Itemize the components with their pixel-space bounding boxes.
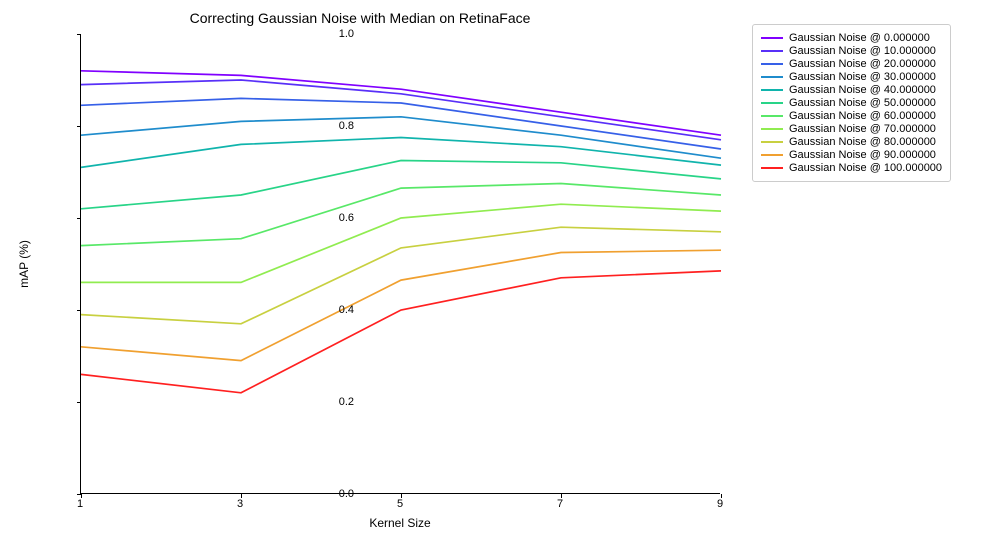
legend-swatch [761, 76, 783, 78]
ytick-label: 0.0 [339, 488, 354, 500]
legend-swatch [761, 63, 783, 65]
legend-swatch [761, 141, 783, 143]
legend-swatch [761, 128, 783, 130]
series-line [81, 161, 721, 209]
legend-label: Gaussian Noise @ 70.000000 [789, 123, 936, 135]
series-line [81, 138, 721, 168]
legend-label: Gaussian Noise @ 10.000000 [789, 45, 936, 57]
legend-label: Gaussian Noise @ 40.000000 [789, 84, 936, 96]
ytick-label: 0.8 [339, 120, 354, 132]
legend-label: Gaussian Noise @ 0.000000 [789, 32, 930, 44]
xtick-label: 5 [397, 498, 403, 510]
plot-svg [81, 34, 721, 494]
ytick-mark [77, 402, 81, 403]
legend-swatch [761, 37, 783, 39]
legend-label: Gaussian Noise @ 50.000000 [789, 97, 936, 109]
legend-item: Gaussian Noise @ 40.000000 [761, 84, 942, 96]
chart-container: Correcting Gaussian Noise with Median on… [0, 0, 1000, 550]
legend-swatch [761, 102, 783, 104]
series-line [81, 184, 721, 246]
series-line [81, 250, 721, 360]
x-axis-label: Kernel Size [80, 516, 720, 530]
ytick-label: 0.6 [339, 212, 354, 224]
ytick-mark [77, 126, 81, 127]
legend-label: Gaussian Noise @ 20.000000 [789, 58, 936, 70]
legend-label: Gaussian Noise @ 80.000000 [789, 136, 936, 148]
xtick-label: 1 [77, 498, 83, 510]
xtick-label: 9 [717, 498, 723, 510]
xtick-label: 7 [557, 498, 563, 510]
ytick-mark [77, 34, 81, 35]
legend-label: Gaussian Noise @ 30.000000 [789, 71, 936, 83]
legend-swatch [761, 89, 783, 91]
legend-item: Gaussian Noise @ 90.000000 [761, 149, 942, 161]
legend-swatch [761, 154, 783, 156]
chart-title: Correcting Gaussian Noise with Median on… [0, 10, 720, 26]
legend-swatch [761, 50, 783, 52]
plot-area [80, 34, 720, 494]
series-line [81, 204, 721, 282]
legend-item: Gaussian Noise @ 10.000000 [761, 45, 942, 57]
legend-item: Gaussian Noise @ 50.000000 [761, 97, 942, 109]
legend-label: Gaussian Noise @ 60.000000 [789, 110, 936, 122]
y-axis-label: mAP (%) [17, 240, 31, 288]
legend-item: Gaussian Noise @ 60.000000 [761, 110, 942, 122]
ytick-mark [77, 218, 81, 219]
legend-swatch [761, 115, 783, 117]
legend-item: Gaussian Noise @ 30.000000 [761, 71, 942, 83]
ytick-mark [77, 310, 81, 311]
legend-item: Gaussian Noise @ 80.000000 [761, 136, 942, 148]
legend-item: Gaussian Noise @ 0.000000 [761, 32, 942, 44]
legend-label: Gaussian Noise @ 90.000000 [789, 149, 936, 161]
ytick-label: 0.4 [339, 304, 354, 316]
xtick-label: 3 [237, 498, 243, 510]
legend-item: Gaussian Noise @ 70.000000 [761, 123, 942, 135]
ytick-label: 1.0 [339, 28, 354, 40]
legend-item: Gaussian Noise @ 100.000000 [761, 162, 942, 174]
series-line [81, 271, 721, 393]
legend: Gaussian Noise @ 0.000000Gaussian Noise … [752, 24, 951, 182]
legend-item: Gaussian Noise @ 20.000000 [761, 58, 942, 70]
ytick-label: 0.2 [339, 396, 354, 408]
legend-label: Gaussian Noise @ 100.000000 [789, 162, 942, 174]
legend-swatch [761, 167, 783, 169]
series-line [81, 98, 721, 149]
